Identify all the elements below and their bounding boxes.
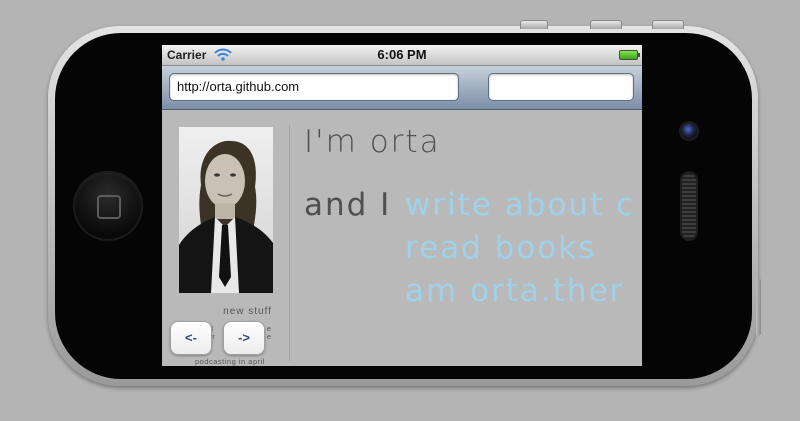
link-orta-there[interactable]: am orta.ther [405, 273, 624, 309]
front-camera-icon [681, 123, 697, 139]
column-divider [289, 125, 290, 361]
new-stuff-heading: new stuff [223, 306, 272, 317]
news-fragment: e [267, 326, 272, 333]
power-button [756, 278, 761, 336]
battery-icon [619, 50, 640, 60]
next-button[interactable]: -> [223, 321, 265, 355]
intro-prefix: and I [304, 187, 392, 223]
podcast-note: podcasting in april [195, 357, 265, 366]
web-content: I'm orta and I write about c read books … [162, 110, 642, 366]
browser-toolbar: http://orta.github.com [162, 66, 642, 110]
page-headline: I'm orta [304, 124, 441, 160]
device-screen: Carrier 6:06 PM http://orta.github.com I… [162, 45, 642, 366]
search-field[interactable] [488, 73, 634, 101]
home-square-icon [97, 195, 121, 219]
home-button-icon[interactable] [73, 171, 143, 241]
news-fragment: e [267, 334, 272, 341]
speaker-grille [682, 173, 696, 239]
url-field[interactable]: http://orta.github.com [169, 73, 459, 101]
mute-switch [652, 20, 684, 29]
status-time: 6:06 PM [377, 47, 427, 62]
link-read-books[interactable]: read books [405, 230, 596, 266]
status-bar: Carrier 6:06 PM [162, 45, 642, 66]
link-write-about[interactable]: write about c [405, 187, 635, 223]
previous-button[interactable]: <- [170, 321, 212, 355]
volume-down-button [590, 20, 622, 29]
volume-up-button [520, 20, 548, 29]
profile-photo [179, 127, 273, 293]
